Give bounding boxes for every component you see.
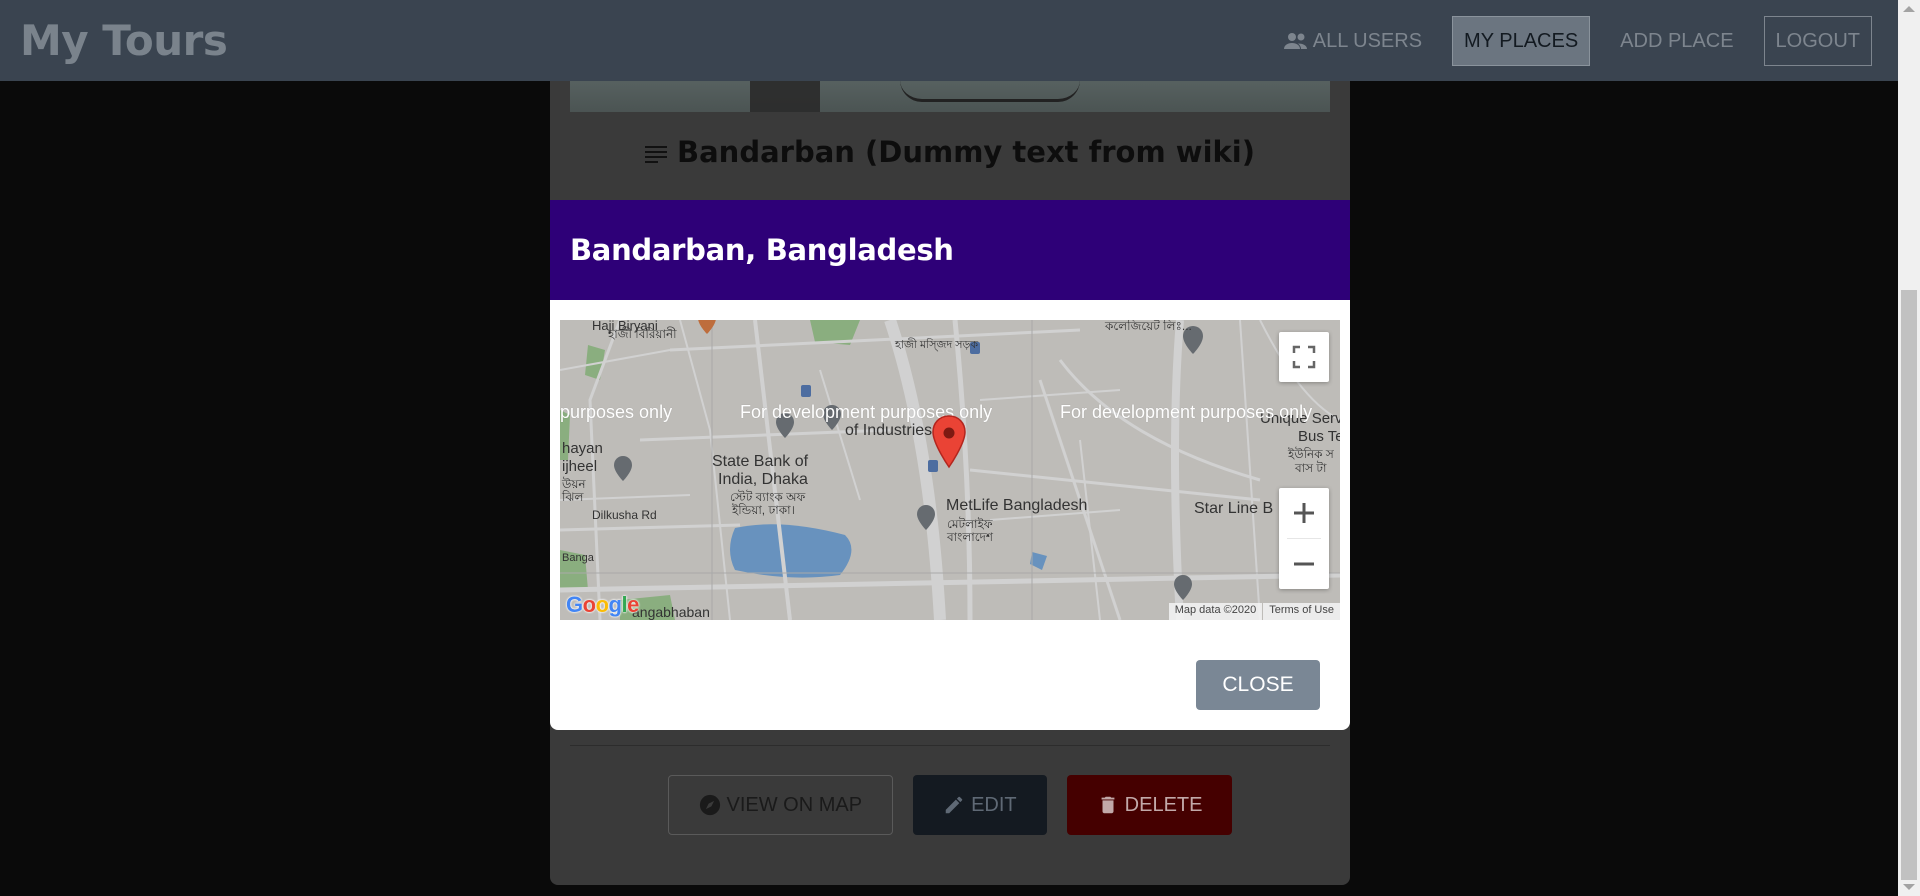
users-icon <box>1283 33 1307 49</box>
edit-label: EDIT <box>971 793 1017 816</box>
plus-icon <box>1294 503 1314 523</box>
map-label: Dilkusha Rd <box>592 508 657 522</box>
map-label: ইন্ডিয়া, ঢাকা। <box>732 503 795 517</box>
map-label: ijheel <box>562 458 598 475</box>
map-label: বাস টা <box>1295 461 1327 475</box>
scroll-down-icon[interactable] <box>1903 884 1915 890</box>
view-on-map-button[interactable]: VIEW ON MAP <box>667 775 894 835</box>
card-divider <box>570 745 1330 746</box>
nav-all-users[interactable]: ALL USERS <box>1271 16 1434 66</box>
modal-title: Bandarban, Bangladesh <box>570 233 954 267</box>
map-label: of Industries <box>845 422 933 439</box>
image-boat <box>900 80 1080 102</box>
scroll-up-icon[interactable] <box>1903 6 1915 12</box>
edit-button[interactable]: EDIT <box>913 775 1047 835</box>
delete-label: DELETE <box>1124 793 1203 816</box>
map-label: কলেজিয়েট লিঃ... <box>1105 320 1192 333</box>
pencil-icon <box>945 796 963 814</box>
zoom-control <box>1279 488 1329 589</box>
google-map[interactable]: Haji Biryani হাজী বিরিয়ানী কলেজিয়েট লি… <box>560 320 1340 620</box>
map-label: India, Dhaka <box>718 471 808 488</box>
map-attribution: Map data ©2020 Terms of Use <box>1168 603 1340 620</box>
minus-icon <box>1294 562 1314 566</box>
map-label: MetLife Bangladesh <box>946 497 1088 514</box>
nav-my-places[interactable]: MY PLACES <box>1452 16 1591 66</box>
place-title-text: Bandarban (Dummy text from wiki) <box>677 135 1255 169</box>
fullscreen-icon <box>1292 345 1316 369</box>
fullscreen-button[interactable] <box>1279 332 1329 382</box>
nav-add-place[interactable]: ADD PLACE <box>1608 16 1745 66</box>
scroll-thumb[interactable] <box>1901 290 1917 880</box>
dev-watermark: For development purposes only <box>1060 402 1313 422</box>
map-data-credit: Map data ©2020 <box>1168 603 1263 620</box>
main-nav: ALL USERS MY PLACES ADD PLACE LOGOUT <box>1271 16 1872 66</box>
view-on-map-label: VIEW ON MAP <box>726 793 863 816</box>
map-label: Star Line B <box>1194 500 1274 517</box>
map-label: State Bank of <box>712 453 809 470</box>
terms-of-use-link[interactable]: Terms of Use <box>1263 603 1340 620</box>
google-logo[interactable]: Google <box>566 592 639 618</box>
zoom-out-button[interactable] <box>1279 539 1329 589</box>
map-label: হাজী বিরিয়ানী <box>608 327 677 341</box>
map-dev-overlay <box>560 320 1340 620</box>
notes-icon <box>645 143 667 166</box>
top-navbar: My Tours ALL USERS MY PLACES ADD PLACE L… <box>0 0 1898 81</box>
place-title: Bandarban (Dummy text from wiki) <box>550 135 1350 169</box>
modal-header: Bandarban, Bangladesh <box>550 200 1350 300</box>
nav-logout[interactable]: LOGOUT <box>1763 16 1872 66</box>
map-label: বাংলাদেশ <box>947 530 993 544</box>
map-modal: Bandarban, Bangladesh Haji Biryani হাজী … <box>550 200 1350 730</box>
zoom-in-button[interactable] <box>1279 488 1329 538</box>
nav-all-users-label: ALL USERS <box>1312 29 1423 52</box>
page-scrollbar[interactable] <box>1898 0 1920 896</box>
map-label: Banga <box>562 552 594 564</box>
map-label: angabhaban <box>632 604 710 620</box>
compass-icon <box>699 794 720 816</box>
close-button[interactable]: CLOSE <box>1196 660 1320 710</box>
dev-watermark: purposes only <box>560 402 673 422</box>
trash-icon <box>1101 796 1115 814</box>
map-label: ঝিল <box>562 490 584 504</box>
map-label: হাজী মস্জিদ সড়ক <box>895 339 979 351</box>
delete-button[interactable]: DELETE <box>1066 775 1233 835</box>
brand-title[interactable]: My Tours <box>20 16 228 65</box>
location-marker-icon[interactable] <box>931 415 967 469</box>
place-actions: VIEW ON MAP EDIT DELETE <box>550 775 1350 835</box>
map-label: hayan <box>562 440 603 457</box>
map-label: Bus Term <box>1298 428 1340 445</box>
